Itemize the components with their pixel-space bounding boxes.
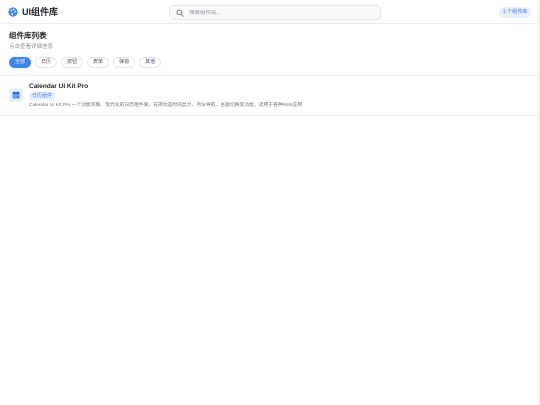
- search-icon: [176, 8, 184, 17]
- tab-other[interactable]: 其他: [139, 57, 162, 68]
- search-box[interactable]: [169, 5, 381, 20]
- category-filter-tabs: 全部 日历 按钮 表单 弹窗 其他: [9, 57, 162, 68]
- tab-modal[interactable]: 弹窗: [113, 57, 136, 68]
- card-category-tag: 日历组件: [29, 92, 56, 100]
- tab-all[interactable]: 全部: [9, 57, 32, 68]
- brand-title: UI组件库: [22, 7, 59, 17]
- card-icon-box: [9, 88, 23, 102]
- brand[interactable]: UI组件库: [8, 6, 58, 18]
- palette-icon: [8, 7, 18, 17]
- section-header: 组件库列表 点击查看详细信息: [9, 31, 53, 51]
- tab-calendar[interactable]: 日历: [35, 57, 58, 68]
- card-title[interactable]: Calendar UI Kit Pro: [29, 82, 88, 91]
- calendar-icon: [12, 91, 20, 99]
- page-title: 组件库列表: [9, 31, 47, 40]
- tab-button[interactable]: 按钮: [61, 57, 84, 68]
- library-card[interactable]: Calendar UI Kit Pro 日历组件 Calendar UI Kit…: [0, 76, 540, 116]
- card-description: Calendar UI Kit Pro 一个功能完整、现代化的日历组件库。支持动…: [29, 103, 303, 108]
- tab-form[interactable]: 表单: [87, 57, 110, 68]
- search-input[interactable]: [189, 9, 369, 16]
- page-subtitle: 点击查看详细信息: [9, 44, 54, 50]
- app-header: UI组件库 1 个组件库: [0, 0, 540, 24]
- library-count-badge: 1 个组件库: [499, 7, 532, 18]
